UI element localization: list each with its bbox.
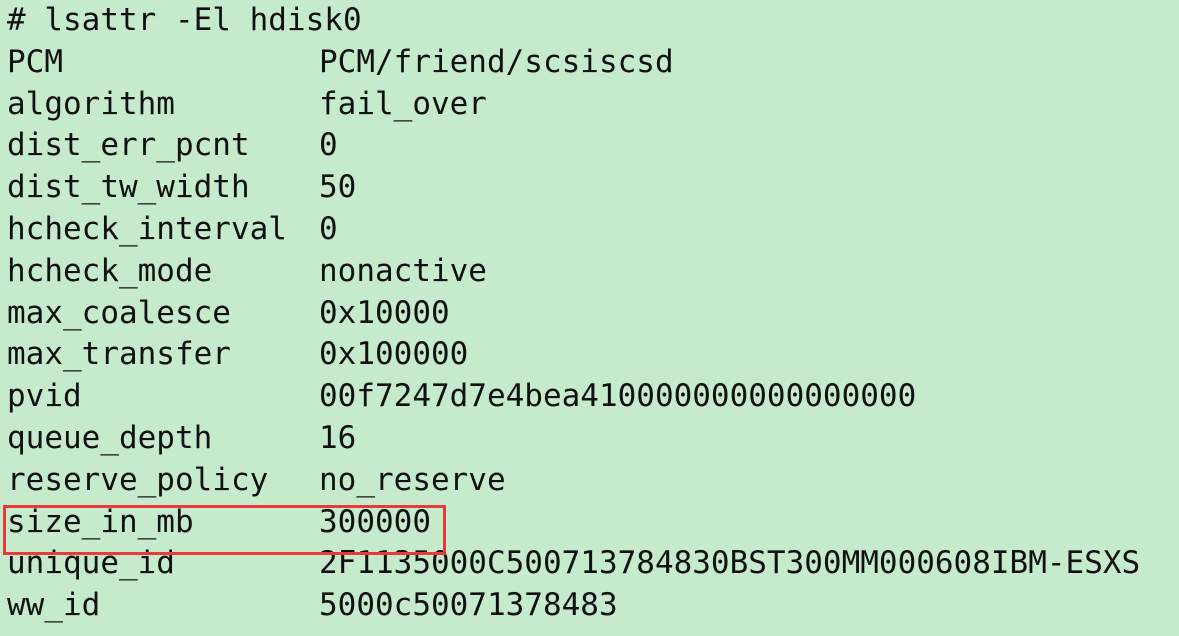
attribute-name: PCM (7, 43, 63, 80)
attribute-name: size_in_mb (7, 503, 194, 540)
attribute-row-reserve-policy: reserve_policy no_reserve (7, 460, 1179, 502)
attribute-row-dist-tw-width: dist_tw_width 50 (7, 167, 1179, 209)
attribute-value: no_reserve (319, 461, 506, 498)
attribute-name: max_transfer (7, 336, 231, 373)
attribute-value: PCM/friend/scsiscsd (319, 43, 674, 80)
attribute-name: dist_tw_width (7, 169, 250, 206)
attribute-name: max_coalesce (7, 294, 231, 331)
attribute-value: 0 (319, 127, 338, 164)
attribute-name: pvid (7, 378, 82, 415)
attribute-row-algorithm: algorithm fail_over (7, 84, 1179, 126)
attribute-value: 5000c50071378483 (319, 587, 618, 624)
attribute-name: reserve_policy (7, 461, 269, 498)
attribute-name: hcheck_interval (7, 210, 287, 247)
attribute-value: 0x100000 (319, 336, 469, 373)
attribute-name: queue_depth (7, 419, 213, 456)
attribute-row-dist-err-pcnt: dist_err_pcnt 0 (7, 125, 1179, 167)
attribute-value: 0x10000 (319, 294, 450, 331)
attribute-row-size-in-mb: size_in_mb 300000 (7, 502, 1179, 544)
attribute-row-max-coalesce: max_coalesce 0x10000 (7, 293, 1179, 335)
attribute-row-hcheck-interval: hcheck_interval 0 (7, 209, 1179, 251)
attribute-value: 2F1135000C500713784830BST300MM000608IBM-… (319, 545, 1141, 582)
attribute-value: nonactive (319, 252, 487, 289)
attribute-row-queue-depth: queue_depth 16 (7, 418, 1179, 460)
attribute-row-unique-id: unique_id 2F1135000C500713784830BST300MM… (7, 543, 1179, 585)
attribute-name: dist_err_pcnt (7, 127, 250, 164)
attribute-row-ww-id: ww_id 5000c50071378483 (7, 585, 1179, 627)
attribute-name: hcheck_mode (7, 252, 213, 289)
attribute-name: algorithm (7, 85, 175, 122)
attribute-row-pvid: pvid 00f7247d7e4bea410000000000000000 (7, 376, 1179, 418)
attribute-value: fail_over (319, 85, 487, 122)
attribute-name: ww_id (7, 587, 101, 624)
attribute-value: 50 (319, 169, 357, 206)
attribute-value: 00f7247d7e4bea410000000000000000 (319, 378, 917, 415)
command-text: # lsattr -El hdisk0 (7, 2, 362, 38)
command-line: # lsattr -El hdisk0 (7, 0, 1179, 42)
attribute-value: 0 (319, 210, 338, 247)
terminal-output: # lsattr -El hdisk0 PCM PCM/friend/scsis… (0, 0, 1179, 636)
attribute-row-pcm: PCM PCM/friend/scsiscsd (7, 42, 1179, 84)
attribute-value: 300000 (319, 503, 431, 540)
attribute-name: unique_id (7, 545, 175, 582)
attribute-row-max-transfer: max_transfer 0x100000 (7, 334, 1179, 376)
attribute-value: 16 (319, 419, 357, 456)
attribute-row-hcheck-mode: hcheck_mode nonactive (7, 251, 1179, 293)
